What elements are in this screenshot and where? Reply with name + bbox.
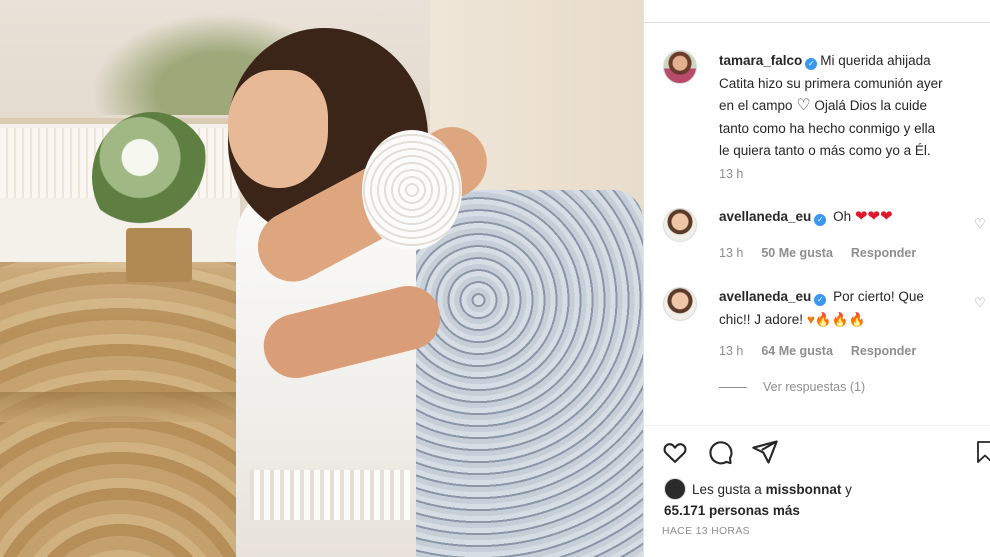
heart-outline-icon: ♡	[796, 97, 811, 114]
comment: avellaneda_eu ✓ Oh ❤❤❤	[719, 206, 969, 229]
caption-line: en el campo	[719, 98, 793, 113]
caption-line: Ojalá Dios la cuide	[814, 98, 927, 113]
photo-sleeve	[362, 130, 462, 250]
caption-line: Catita hizo su primera comunión ayer	[719, 75, 943, 91]
commenter-username[interactable]: avellaneda_eu	[719, 209, 811, 224]
verified-badge-icon: ✓	[814, 294, 827, 306]
likes-suffix: y	[845, 482, 852, 497]
commenter-avatar[interactable]	[663, 287, 697, 321]
commenter-username[interactable]: avellaneda_eu	[719, 289, 811, 304]
comment-time[interactable]: 13 h	[719, 246, 743, 260]
post-timestamp[interactable]: HACE 13 HORAS	[662, 525, 750, 537]
header-divider	[644, 22, 990, 23]
heart-icon[interactable]	[660, 438, 690, 468]
comment-like-icon[interactable]: ♡	[974, 295, 986, 311]
actions-divider	[644, 425, 990, 426]
send-icon[interactable]	[750, 438, 780, 468]
comments-panel: tamara_falco ✓ Mi querida ahijada Catita h…	[643, 0, 990, 557]
verified-badge-icon: ✓	[814, 214, 827, 226]
reply-button[interactable]: Responder	[851, 246, 916, 260]
caption-line: Mi querida ahijada	[820, 53, 931, 68]
comment-text: Oh	[833, 209, 852, 224]
comment-likes[interactable]: 64 Me gusta	[761, 344, 833, 358]
post-photo[interactable]	[0, 0, 643, 557]
reply-button[interactable]: Responder	[851, 344, 916, 358]
comment-text: chic!! J adore!	[719, 311, 804, 327]
comment-icon[interactable]	[705, 438, 735, 468]
caption-line: le quiera tanto o más como yo a Él.	[719, 143, 931, 158]
comment-text: Por cierto! Que	[833, 289, 924, 304]
photo-face	[228, 70, 328, 188]
liker-avatar[interactable]	[664, 478, 686, 500]
author-username[interactable]: tamara_falco	[719, 53, 802, 68]
photo-lace-dress	[408, 190, 643, 557]
photo-flowers	[92, 112, 212, 242]
view-replies-button[interactable]: Ver respuestas (1)	[719, 380, 865, 394]
fire-emojis: ♥🔥🔥🔥	[806, 311, 866, 327]
bookmark-icon[interactable]	[970, 438, 990, 468]
verified-badge-icon: ✓	[805, 58, 818, 70]
comment-meta: 13 h 50 Me gusta Responder	[719, 246, 916, 260]
view-replies-label: Ver respuestas (1)	[763, 380, 866, 394]
likes-summary[interactable]: Les gusta a missbonnat y 65.171 personas…	[664, 478, 852, 521]
comment-time[interactable]: 13 h	[719, 344, 743, 358]
likes-count[interactable]: 65.171 personas más	[664, 503, 800, 518]
comment-like-icon[interactable]: ♡	[974, 216, 986, 232]
liker-username[interactable]: missbonnat	[766, 482, 842, 497]
heart-emojis: ❤❤❤	[854, 208, 893, 225]
comment: avellaneda_eu ✓ Por cierto! Que chic!! J …	[719, 286, 969, 331]
likes-prefix: Les gusta a	[692, 482, 762, 497]
comment-likes[interactable]: 50 Me gusta	[761, 246, 833, 260]
replies-dash	[719, 387, 747, 389]
commenter-avatar[interactable]	[663, 208, 697, 242]
caption-time[interactable]: 13 h	[719, 167, 743, 181]
author-avatar[interactable]	[663, 50, 697, 84]
post-caption: tamara_falco ✓ Mi querida ahijada Catita h…	[719, 50, 981, 163]
caption-line: tanto como ha hecho conmigo y ella	[719, 120, 936, 136]
photo-dress-pattern	[250, 470, 410, 520]
comment-meta: 13 h 64 Me gusta Responder	[719, 344, 916, 358]
